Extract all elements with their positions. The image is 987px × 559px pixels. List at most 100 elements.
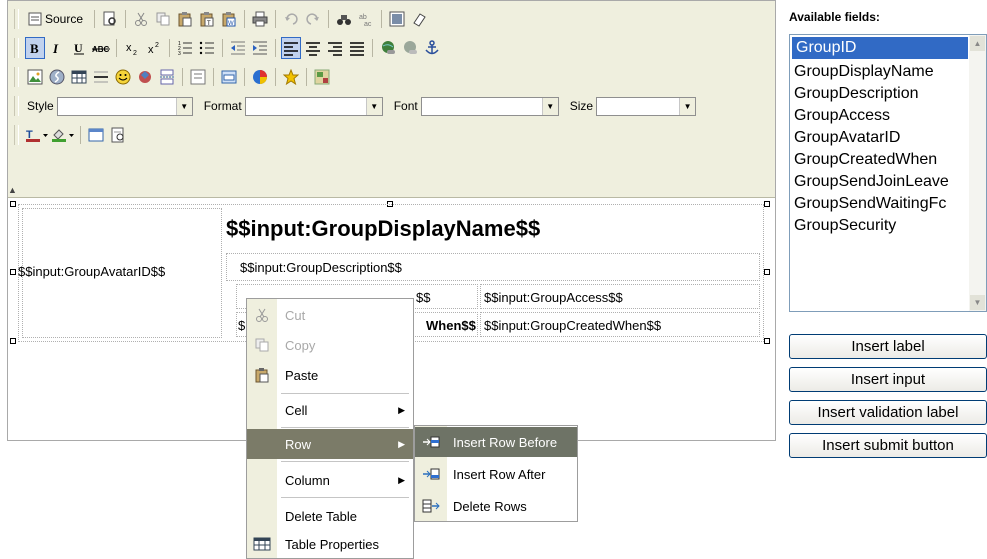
form-button[interactable]	[188, 66, 208, 88]
field-item[interactable]: GroupAccess	[790, 105, 986, 127]
scissors-icon	[135, 12, 148, 26]
redo-button[interactable]	[303, 8, 323, 30]
font-label: Font	[393, 99, 418, 113]
insert-label-button[interactable]: Insert label	[789, 334, 987, 359]
submenu-arrow-icon: ▶	[398, 438, 405, 449]
svg-text:I: I	[52, 41, 59, 55]
scroll-up-icon[interactable]: ▲	[970, 36, 985, 51]
paste-button[interactable]	[175, 8, 195, 30]
menu-item-copy[interactable]: Copy	[247, 330, 413, 360]
show-blocks-button[interactable]	[108, 124, 128, 146]
align-left-button[interactable]	[281, 37, 301, 59]
resize-handle[interactable]	[10, 338, 16, 344]
collapse-toolbar-icon[interactable]: ▲	[8, 185, 17, 195]
resize-handle[interactable]	[10, 201, 16, 207]
template-button[interactable]	[312, 66, 332, 88]
print-button[interactable]	[250, 8, 270, 30]
smiley-button[interactable]	[113, 66, 133, 88]
image-button[interactable]	[25, 66, 45, 88]
insert-submit-button[interactable]: Insert submit button	[789, 433, 987, 458]
paste-text-button[interactable]: T	[197, 8, 217, 30]
italic-button[interactable]: I	[47, 37, 67, 59]
anchor-button[interactable]	[422, 37, 442, 59]
underline-button[interactable]: U	[69, 37, 89, 59]
field-item[interactable]: GroupDisplayName	[790, 61, 986, 83]
source-button[interactable]: Source	[25, 8, 89, 30]
style-select[interactable]: ▼	[56, 96, 193, 116]
cut-button[interactable]	[131, 8, 151, 30]
strikethrough-icon: ABC	[92, 45, 110, 54]
undo-button[interactable]	[281, 8, 301, 30]
size-select[interactable]: ▼	[596, 96, 697, 116]
menu-item-cell[interactable]: Cell ▶	[247, 395, 413, 425]
numbered-list-button[interactable]: 123	[175, 37, 195, 59]
size-label: Size	[569, 99, 594, 113]
scroll-down-icon[interactable]: ▼	[970, 295, 985, 310]
insert-validation-label-button[interactable]: Insert validation label	[789, 400, 987, 425]
menu-item-table-properties[interactable]: Table Properties	[247, 529, 413, 559]
menu-item-row[interactable]: Row ▶	[247, 429, 413, 459]
field-item[interactable]: GroupID	[792, 37, 968, 59]
page-break-button[interactable]	[157, 66, 177, 88]
link-button[interactable]	[378, 37, 398, 59]
superscript-button[interactable]: x2	[144, 37, 164, 59]
font-select[interactable]: ▼	[420, 96, 559, 116]
maximize-button[interactable]	[86, 124, 106, 146]
field-item[interactable]: GroupAvatarID	[790, 127, 986, 149]
available-fields-list[interactable]: GroupID GroupDisplayName GroupDescriptio…	[789, 34, 987, 312]
resize-handle[interactable]	[764, 269, 770, 275]
remove-format-button[interactable]	[409, 8, 429, 30]
paste-word-button[interactable]: W	[219, 8, 239, 30]
color-wheel-button[interactable]	[250, 66, 270, 88]
field-item[interactable]: GroupSendWaitingFc	[790, 193, 986, 215]
field-item[interactable]: GroupCreatedWhen	[790, 149, 986, 171]
flash-button[interactable]	[47, 66, 67, 88]
strikethrough-button[interactable]: ABC	[91, 37, 111, 59]
outdent-button[interactable]	[228, 37, 248, 59]
anchor-icon	[425, 40, 439, 55]
menu-item-column[interactable]: Column ▶	[247, 465, 413, 495]
field-item[interactable]: GroupSecurity	[790, 215, 986, 237]
preview-button[interactable]	[100, 8, 120, 30]
format-label: Format	[203, 99, 242, 113]
background-color-button[interactable]	[51, 124, 75, 146]
textfield-icon	[221, 70, 237, 84]
copy-button[interactable]	[153, 8, 173, 30]
menu-item-cut[interactable]: Cut	[247, 300, 413, 330]
text-color-button[interactable]: T	[25, 124, 49, 146]
bold-button[interactable]: B	[25, 37, 45, 59]
special-char-button[interactable]	[135, 66, 155, 88]
menu-item-delete-rows[interactable]: Delete Rows	[415, 491, 577, 521]
select-all-button[interactable]	[387, 8, 407, 30]
justify-button[interactable]	[347, 37, 367, 59]
editor-toolbar: Source T W ab ac B I U ABC x 2 x 2 1 2 3…	[8, 1, 775, 198]
field-item[interactable]: GroupDescription	[790, 83, 986, 105]
menu-item-delete-table[interactable]: Delete Table	[247, 501, 413, 531]
created-input-placeholder: $$input:GroupCreatedWhen$$	[484, 318, 662, 333]
replace-icon: abac	[359, 14, 372, 27]
list-scrollbar[interactable]: ▲ ▼	[969, 35, 986, 311]
align-right-button[interactable]	[325, 37, 345, 59]
toolbar-separator	[125, 10, 127, 28]
textfield-button[interactable]	[219, 66, 239, 88]
find-button[interactable]	[334, 8, 354, 30]
menu-item-insert-row-before[interactable]: Insert Row Before	[415, 427, 577, 457]
bulleted-list-button[interactable]	[197, 37, 217, 59]
star-button[interactable]	[281, 66, 301, 88]
table-button[interactable]	[69, 66, 89, 88]
insert-input-button[interactable]: Insert input	[789, 367, 987, 392]
unlink-button[interactable]	[400, 37, 420, 59]
menu-item-paste[interactable]: Paste	[247, 360, 413, 390]
align-center-button[interactable]	[303, 37, 323, 59]
resize-handle[interactable]	[764, 338, 770, 344]
resize-handle[interactable]	[10, 269, 16, 275]
field-item[interactable]: GroupSendJoinLeave	[790, 171, 986, 193]
resize-handle[interactable]	[764, 201, 770, 207]
indent-button[interactable]	[250, 37, 270, 59]
horizontal-rule-button[interactable]	[91, 66, 111, 88]
access-input-placeholder: $$input:GroupAccess$$	[484, 290, 623, 305]
replace-button[interactable]: ab ac	[356, 8, 376, 30]
subscript-button[interactable]: x2	[122, 37, 142, 59]
format-select[interactable]: ▼	[244, 96, 383, 116]
menu-item-insert-row-after[interactable]: Insert Row After	[415, 459, 577, 489]
